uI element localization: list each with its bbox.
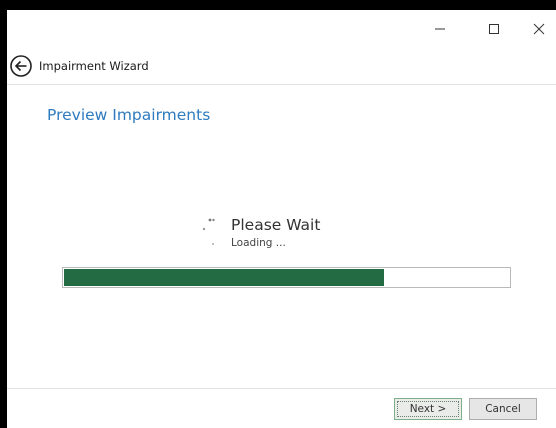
wizard-title: Impairment Wizard xyxy=(39,59,149,73)
close-button[interactable] xyxy=(517,10,556,48)
wizard-window: Impairment Wizard Preview Impairments Pl… xyxy=(7,10,556,428)
minimize-button[interactable] xyxy=(418,10,462,48)
close-icon xyxy=(533,23,545,35)
footer-divider xyxy=(7,388,556,389)
wizard-header: Impairment Wizard xyxy=(7,48,556,85)
cancel-button[interactable]: Cancel xyxy=(469,398,537,420)
back-button[interactable] xyxy=(9,54,33,78)
cancel-button-label: Cancel xyxy=(485,403,521,415)
maximize-button[interactable] xyxy=(472,10,516,48)
minimize-icon xyxy=(435,28,445,30)
next-button-label: Next > xyxy=(409,403,447,415)
wait-subtitle: Loading ... xyxy=(231,237,286,249)
maximize-icon xyxy=(489,24,499,34)
section-title: Preview Impairments xyxy=(47,106,211,124)
next-button[interactable]: Next > xyxy=(394,398,462,420)
progress-fill xyxy=(64,269,384,286)
wait-title: Please Wait xyxy=(231,216,321,234)
loading-spinner-icon xyxy=(202,218,215,246)
title-bar xyxy=(7,10,556,48)
progress-bar xyxy=(62,267,511,288)
back-arrow-icon xyxy=(10,55,32,77)
